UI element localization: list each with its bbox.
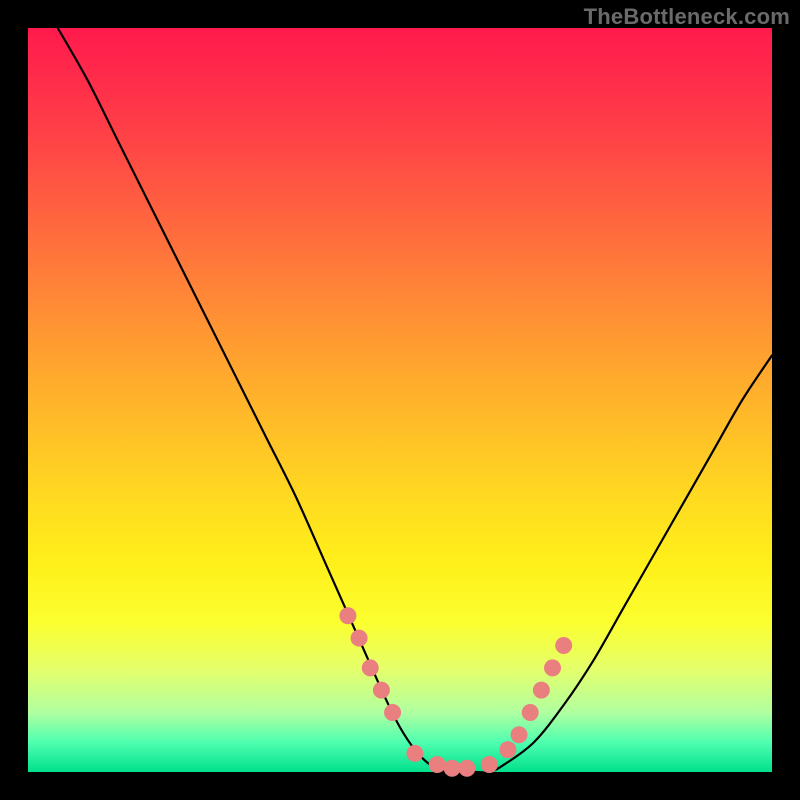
highlight-dot bbox=[499, 741, 516, 758]
highlight-dot bbox=[362, 659, 379, 676]
highlight-dot bbox=[533, 682, 550, 699]
chart-svg bbox=[28, 28, 772, 772]
highlight-dot bbox=[351, 630, 368, 647]
highlight-dot bbox=[384, 704, 401, 721]
highlight-dot bbox=[458, 760, 475, 777]
bottleneck-curve bbox=[58, 28, 772, 773]
highlighted-dots-group bbox=[339, 607, 572, 777]
highlight-dot bbox=[429, 756, 446, 773]
chart-plot-area bbox=[28, 28, 772, 772]
highlight-dot bbox=[481, 756, 498, 773]
highlight-dot bbox=[406, 745, 423, 762]
watermark-text: TheBottleneck.com bbox=[584, 4, 790, 30]
chart-frame: TheBottleneck.com bbox=[0, 0, 800, 800]
highlight-dot bbox=[339, 607, 356, 624]
highlight-dot bbox=[373, 682, 390, 699]
highlight-dot bbox=[544, 659, 561, 676]
highlight-dot bbox=[555, 637, 572, 654]
highlight-dot bbox=[522, 704, 539, 721]
highlight-dot bbox=[444, 760, 461, 777]
highlight-dot bbox=[511, 726, 528, 743]
